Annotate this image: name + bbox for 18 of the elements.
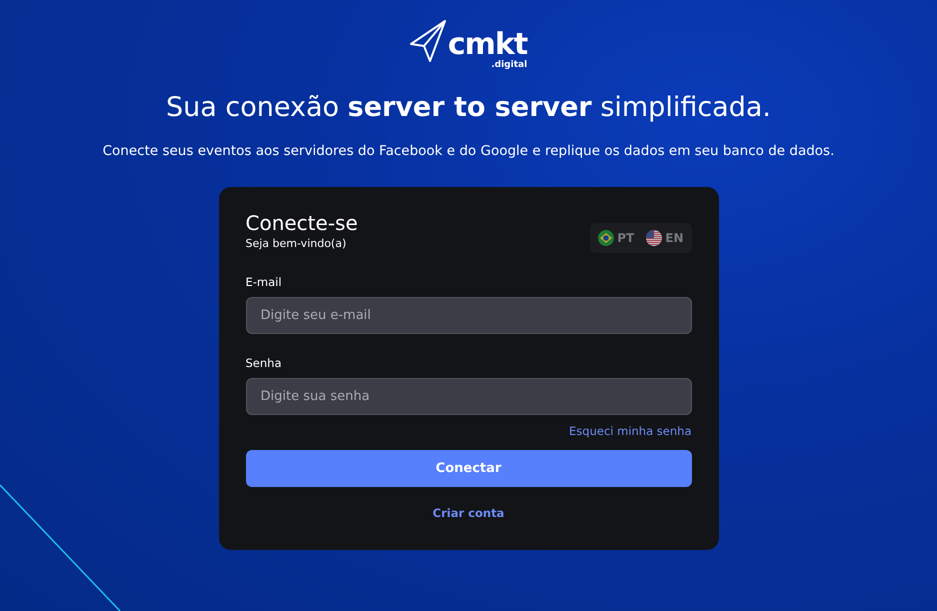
forgot-password-link[interactable]: Esqueci minha senha xyxy=(569,424,692,438)
field-label: E-mail xyxy=(246,275,283,289)
card-subtitle: Seja bem-vindo(a) xyxy=(246,237,348,250)
field-label: Senha xyxy=(246,356,282,370)
subtitle: Conecte seus eventos aos servidores do Facebook e do Google e replique os dados em seu banco de dados. xyxy=(102,143,834,159)
logo-wordmark: cmkt xyxy=(448,30,528,60)
language-button[interactable]: EN xyxy=(646,230,684,246)
logo-suffix: .digital xyxy=(491,60,528,70)
paper-plane-icon xyxy=(410,20,446,62)
headline: Sua conexão server to server simplificada. xyxy=(166,92,771,123)
create-account-link[interactable]: Criar conta xyxy=(432,506,504,520)
us-flag-icon xyxy=(646,230,662,246)
connect-button[interactable]: Conectar xyxy=(246,450,692,487)
card-title: Conecte-se xyxy=(246,211,358,235)
input-field[interactable]: Digite seu e-mail xyxy=(246,297,692,334)
language-button[interactable]: PT xyxy=(598,230,634,246)
brazil-flag-icon xyxy=(598,230,614,246)
input-field[interactable]: Digite sua senha xyxy=(246,378,692,415)
